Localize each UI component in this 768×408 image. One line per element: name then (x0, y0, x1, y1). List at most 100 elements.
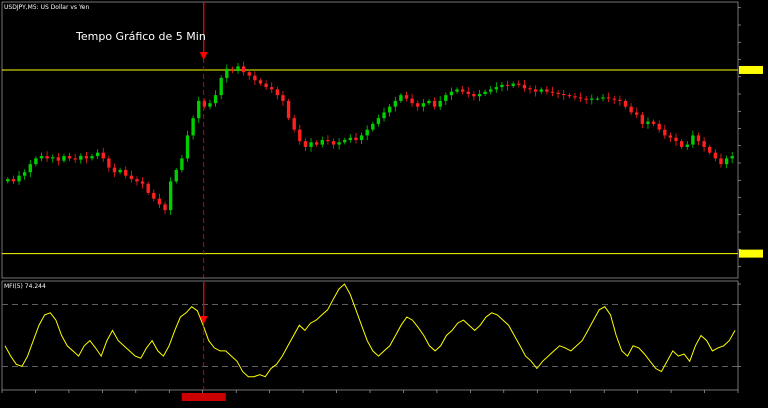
marker-arrow-down-icon (199, 52, 208, 60)
candle-body (382, 112, 386, 119)
candle-body (719, 158, 723, 165)
candle-body (219, 77, 223, 96)
candle-body (584, 98, 588, 100)
candle-body (168, 181, 173, 211)
candle-body (163, 204, 167, 211)
candle-body (253, 75, 257, 81)
candle-body (427, 100, 431, 104)
candle-body (556, 92, 560, 94)
symbol-caption: USDJPY,M5: US Dollar vs Yen (4, 4, 89, 11)
time-highlight-badge (181, 393, 226, 401)
candle-body (17, 175, 21, 182)
candle-body (449, 91, 454, 96)
level-price-badge (739, 249, 763, 258)
candle-body (416, 103, 420, 107)
candle-body (39, 156, 44, 159)
candle-body (6, 179, 10, 182)
candle-body (376, 118, 381, 124)
candle-body (275, 89, 280, 96)
candle-body (34, 158, 38, 165)
candle-body (180, 158, 184, 170)
candle-body (533, 89, 538, 92)
candle-body (281, 95, 285, 101)
candle-body (28, 164, 32, 173)
chart-canvas[interactable]: USDJPY,M5: US Dollar vs Yen Tempo Gráfic… (0, 0, 768, 404)
candle-body (578, 97, 583, 99)
candle-body (550, 91, 555, 93)
candle-body (387, 106, 392, 113)
candle-body (365, 129, 369, 136)
candle-body (56, 157, 61, 161)
candle-body (466, 91, 470, 94)
indicator-caption: MFI(5) 74.244 (4, 283, 46, 290)
candle-body (112, 167, 117, 173)
candle-body (522, 84, 527, 89)
candle-body (303, 141, 308, 147)
candle-body (640, 114, 645, 124)
candle-body (185, 135, 190, 159)
candle-body (314, 142, 319, 145)
level-price-badge (739, 65, 763, 74)
candle-body (22, 172, 27, 176)
chart-overlay-title: Tempo Gráfico de 5 Min (75, 30, 206, 43)
candle-body (348, 137, 353, 140)
candle-body (118, 169, 122, 173)
candle-body (623, 100, 628, 107)
candle-body (270, 87, 274, 90)
candle-body (646, 121, 650, 124)
candle-body (410, 98, 414, 104)
candle-body (67, 156, 72, 159)
candle-body (539, 89, 543, 92)
candle-body (191, 118, 195, 136)
candle-body (208, 103, 212, 107)
candle-body (236, 66, 240, 71)
candle-body (79, 156, 83, 160)
candle-body (590, 98, 594, 100)
candle-body (140, 181, 145, 184)
indicator-frame (1, 280, 739, 391)
candle-body (494, 87, 499, 90)
candle-body (135, 179, 139, 182)
candle-body (444, 95, 448, 101)
candle-body (651, 121, 656, 124)
candle-body (298, 129, 302, 142)
candle-body (241, 66, 246, 73)
candle-body (393, 100, 397, 107)
candle-body (359, 135, 364, 140)
candle-body (635, 112, 639, 115)
candle-body (264, 83, 268, 88)
candle-body (152, 192, 156, 199)
candle-body (213, 95, 218, 104)
candle-body (331, 141, 336, 145)
candle-body (432, 100, 437, 107)
candle-body (84, 156, 89, 159)
candle-body (724, 158, 729, 165)
candle-body (511, 83, 515, 86)
main-chart-frame (1, 1, 739, 279)
candle-body (679, 141, 684, 147)
candle-body (421, 103, 426, 107)
candle-body (674, 137, 678, 142)
candle-body (595, 98, 600, 100)
candle-body (258, 80, 263, 84)
candle-body (371, 123, 375, 130)
candle-body (51, 157, 55, 159)
candle-body (309, 142, 313, 147)
candle-body (438, 100, 442, 107)
candle-body (691, 135, 695, 145)
candle-body (500, 84, 504, 88)
candle-body (11, 179, 16, 182)
candle-body (606, 97, 611, 99)
chart-window: USDJPY,M5: US Dollar vs Yen Tempo Gráfic… (0, 0, 768, 404)
candle-body (292, 118, 296, 130)
candle-body (230, 68, 235, 71)
candle-body (696, 135, 701, 142)
candle-body (202, 100, 207, 107)
candle-body (545, 89, 549, 92)
candle-body (629, 106, 633, 113)
candle-body (247, 72, 251, 76)
candle-body (124, 169, 128, 176)
candle-body (663, 129, 667, 136)
candle-body (477, 94, 482, 97)
candle-body (90, 156, 94, 159)
